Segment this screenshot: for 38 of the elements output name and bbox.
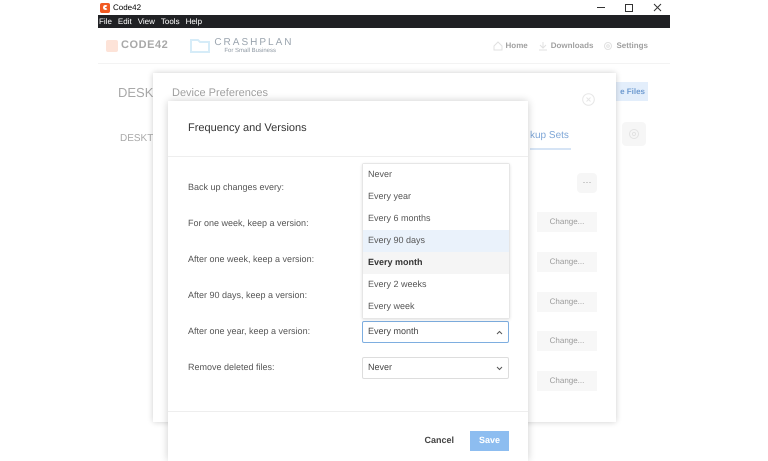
menu-item[interactable]: File	[99, 18, 112, 26]
select-field[interactable]: Every month	[362, 321, 509, 343]
folder-icon	[190, 38, 210, 52]
logo-text: CODE42	[121, 38, 168, 54]
maximize-icon[interactable]	[625, 4, 633, 12]
product-name: CRASHPLAN	[214, 38, 294, 48]
dropdown-option[interactable]: Every year	[363, 186, 509, 208]
menu-item[interactable]: Help	[186, 18, 202, 26]
close-icon[interactable]	[653, 3, 662, 12]
field-label: Back up changes every:	[188, 181, 286, 194]
dropdown-option[interactable]: Every month	[363, 252, 509, 274]
field-label: After 90 days, keep a version:	[188, 289, 308, 302]
dropdown-option[interactable]: Every 6 months	[363, 208, 509, 230]
logo-icon	[106, 40, 118, 52]
panel-title: Device Preferences	[172, 86, 268, 101]
dropdown-option[interactable]: Every week	[363, 296, 509, 318]
dropdown-option[interactable]: Every 90 days	[363, 230, 509, 252]
menu-item[interactable]: Edit	[118, 18, 132, 26]
cancel-button[interactable]: Cancel	[424, 434, 454, 448]
menu-item[interactable]: Tools	[160, 18, 180, 26]
page-heading: DESK	[118, 84, 154, 102]
caret-icon	[496, 366, 503, 370]
window-title: Code42	[113, 2, 142, 14]
menu-item[interactable]: View	[138, 18, 155, 26]
field-label: After one week, keep a version:	[188, 253, 316, 266]
field-label: After one year, keep a version:	[188, 325, 312, 338]
field-label: For one week, keep a version:	[188, 217, 310, 230]
caret-icon	[496, 330, 503, 334]
settings-icon	[603, 40, 614, 50]
dropdown-option[interactable]: Every 2 weeks	[363, 274, 509, 296]
settings-icon[interactable]	[622, 122, 646, 146]
select-field[interactable]: Never	[362, 357, 509, 379]
minimize-icon[interactable]	[597, 7, 605, 8]
home-icon	[492, 40, 503, 50]
field-label: Remove deleted files:	[188, 361, 276, 374]
dropdown-option[interactable]: Never	[363, 164, 509, 186]
download-icon	[538, 40, 548, 50]
dialog-title: Frequency and Versions	[188, 121, 307, 136]
